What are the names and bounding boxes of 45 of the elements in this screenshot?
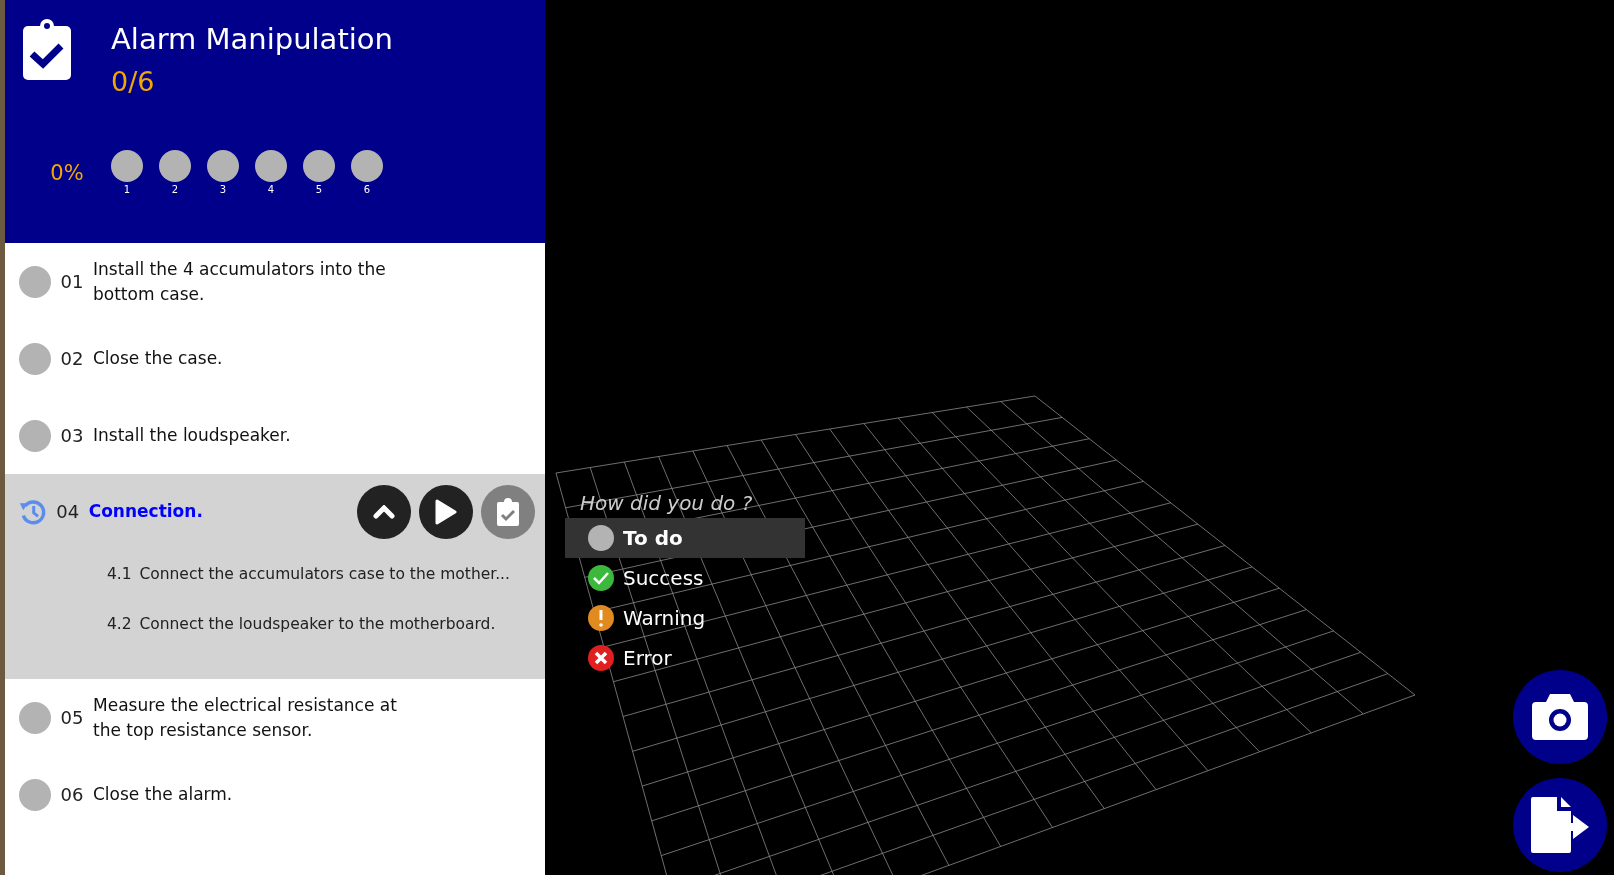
step-number: 06: [59, 783, 85, 807]
option-label: To do: [623, 525, 683, 552]
substep-text: 4.2 Connect the loudspeaker to the motherboard.: [107, 613, 496, 635]
step-text: Connection.: [88, 500, 204, 524]
dot-number: 4: [267, 183, 275, 197]
step-count: 0/6: [111, 64, 156, 99]
checklist-title: Alarm Manipulation: [111, 21, 393, 58]
file-export-icon: [1531, 797, 1589, 853]
step-number: 01: [59, 270, 85, 294]
dot-number: 3: [219, 183, 227, 197]
result-option[interactable]: Error: [565, 638, 805, 678]
result-prompt: How did you do ?: [579, 490, 754, 517]
step-text: Close the case.: [93, 347, 224, 371]
play-icon: [435, 498, 457, 525]
validate-button[interactable]: [481, 484, 535, 539]
step-number: 03: [59, 424, 85, 448]
dot-number: 6: [363, 183, 371, 197]
result-option[interactable]: Warning: [565, 598, 805, 638]
check-icon: [587, 564, 615, 592]
step-text: Install the 4 accumulators into the bottom case.: [93, 257, 387, 306]
progress-percent: 0%: [49, 160, 85, 187]
step-number: 04: [55, 500, 81, 524]
chevron-up-icon: [373, 504, 395, 519]
clipboard-check-icon: [497, 497, 519, 526]
result-option[interactable]: Success: [565, 558, 805, 598]
result-option[interactable]: To do: [565, 518, 805, 558]
step-text: Close the alarm.: [93, 783, 234, 807]
substep-text: 4.1 Connect the accumulators case to the mother...: [107, 563, 510, 585]
dot-number: 5: [315, 183, 323, 197]
cross-icon: [587, 644, 615, 672]
option-label: Error: [623, 645, 672, 672]
option-label: Success: [623, 565, 704, 592]
step-number: 02: [59, 347, 85, 371]
step-text: Measure the electrical resistance at the top resistance sensor.: [93, 693, 398, 742]
collapse-button[interactable]: [357, 484, 411, 539]
option-label: Warning: [623, 605, 706, 632]
play-button[interactable]: [419, 484, 473, 539]
step-text: Install the loudspeaker.: [93, 424, 292, 448]
clipboard-check-icon: [23, 18, 71, 80]
dot-number: 2: [171, 183, 179, 197]
dot-number: 1: [123, 183, 131, 197]
step-number: 05: [59, 706, 85, 730]
camera-icon: [1532, 694, 1588, 740]
exclamation-icon: [587, 604, 615, 632]
circle-icon: [587, 524, 615, 552]
